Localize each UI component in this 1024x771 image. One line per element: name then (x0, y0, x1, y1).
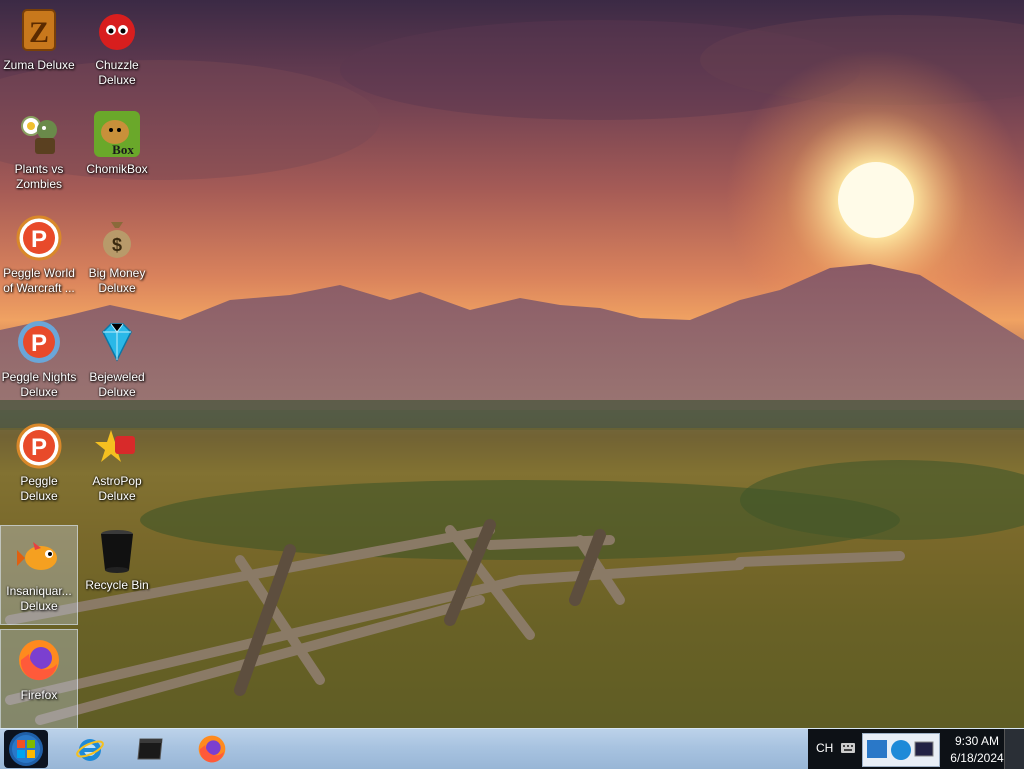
clock-date[interactable]: 6/18/2024 (946, 751, 1008, 765)
peggle-icon: P (16, 215, 62, 261)
internet-explorer-icon (76, 739, 104, 761)
taskbar-firefox[interactable] (190, 731, 234, 767)
desktop-icon-firefox[interactable]: Firefox (0, 629, 78, 728)
desktop: Z Zuma Deluxe Plants vs Zombies P Peggle… (0, 0, 1024, 728)
svg-text:P: P (31, 330, 47, 357)
network-icon (867, 740, 934, 760)
firefox-icon (198, 735, 226, 763)
desktop-icon-big-money[interactable]: $ Big Money Deluxe (78, 208, 156, 308)
chomikbox-badge: Box (112, 142, 134, 157)
icon-label: Peggle Nights Deluxe (1, 370, 77, 399)
taskbar-terminal[interactable] (128, 731, 172, 767)
icon-label: Recycle Bin (85, 578, 149, 592)
zuma-icon: Z (22, 9, 56, 51)
chuzzle-icon (99, 14, 135, 50)
desktop-icon-chuzzle[interactable]: Chuzzle Deluxe (78, 0, 156, 100)
desktop-icon-zuma[interactable]: Z Zuma Deluxe (0, 0, 78, 100)
icon-label: ChomikBox (86, 162, 148, 176)
terminal-icon (137, 738, 163, 760)
icon-label: Bejeweled Deluxe (89, 370, 145, 399)
desktop-icon-recycle-bin[interactable]: Recycle Bin (78, 520, 156, 620)
start-button[interactable] (4, 730, 48, 768)
icon-label: Firefox (20, 688, 58, 702)
peggle-nights-icon: P (18, 321, 60, 363)
icon-label: Plants vs Zombies (14, 162, 64, 191)
show-desktop-button[interactable] (1004, 729, 1024, 769)
taskbar-internet-explorer[interactable] (68, 731, 112, 767)
plants-vs-zombies-icon (21, 116, 57, 154)
language-indicator[interactable]: CH (816, 741, 833, 755)
money-bag-icon: $ (103, 222, 131, 258)
icon-label: Peggle World of Warcraft ... (3, 266, 75, 295)
icon-label: Zuma Deluxe (3, 58, 75, 72)
desktop-icon-peggle-world-of-warcraft[interactable]: P Peggle World of Warcraft ... (0, 208, 78, 308)
clock-time[interactable]: 9:30 AM (946, 734, 1008, 748)
desktop-icon-plants-vs-zombies[interactable]: Plants vs Zombies (0, 104, 78, 204)
desktop-icon-chomikbox[interactable]: Box ChomikBox (78, 104, 156, 204)
svg-text:$: $ (112, 235, 122, 255)
astropop-icon (95, 430, 135, 462)
gem-icon (102, 323, 132, 362)
windows-start-icon (9, 732, 43, 766)
svg-text:P: P (31, 226, 47, 253)
desktop-icon-peggle-deluxe[interactable]: P Peggle Deluxe (0, 416, 78, 516)
keyboard-icon[interactable] (840, 741, 856, 755)
desktop-icon-peggle-nights[interactable]: P Peggle Nights Deluxe (0, 312, 78, 412)
chomikbox-icon: Box (94, 111, 140, 157)
recycle-bin-icon (101, 530, 133, 573)
icon-label: Peggle Deluxe (20, 474, 58, 503)
svg-text:P: P (31, 434, 47, 461)
peggle-icon: P (16, 423, 62, 469)
icon-label: Insaniquar... Deluxe (6, 584, 72, 613)
system-tray: CH 9:30 AM 6/18/2024 (808, 729, 1024, 769)
fish-icon (17, 542, 57, 570)
desktop-icon-bejeweled[interactable]: Bejeweled Deluxe (78, 312, 156, 412)
svg-text:Z: Z (29, 16, 49, 49)
firefox-icon (19, 640, 59, 681)
desktop-icon-insaniquarium[interactable]: Insaniquar... Deluxe (0, 525, 78, 625)
tray-network-icons[interactable] (862, 733, 940, 767)
icon-label: Chuzzle Deluxe (95, 58, 139, 87)
desktop-icon-astropop[interactable]: AstroPop Deluxe (78, 416, 156, 516)
icon-label: AstroPop Deluxe (92, 474, 142, 503)
taskbar: CH 9:30 AM 6/18/2024 (0, 728, 1024, 769)
icon-label: Big Money Deluxe (88, 266, 146, 295)
